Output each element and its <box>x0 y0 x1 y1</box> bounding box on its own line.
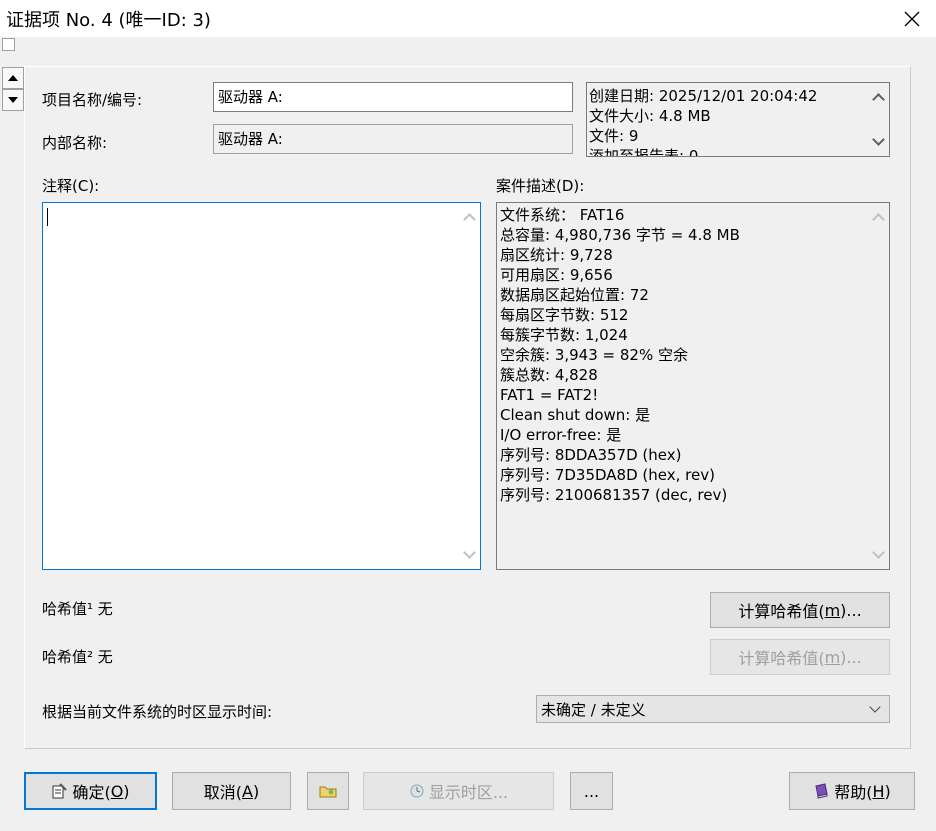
spin-down-button[interactable] <box>2 89 24 111</box>
case-description-box[interactable]: 文件系统： FAT16 总容量: 4,980,736 字节 = 4.8 MB 扇区统… <box>496 202 890 570</box>
case-description-line: 序列号: 7D35DA8D (hex, rev) <box>500 466 715 484</box>
button-label: ) <box>252 781 260 801</box>
text-caret <box>47 208 48 226</box>
button-accelerator: A <box>242 781 253 801</box>
info-box[interactable]: 创建日期: 2025/12/01 20:04:42 文件大小: 4.8 MB 文… <box>586 82 890 157</box>
chevron-down-icon[interactable] <box>871 133 885 146</box>
button-label: )... <box>840 647 862 667</box>
compute-hash1-button[interactable]: 计算哈希值(m)... <box>710 592 890 628</box>
button-label: ... <box>583 781 600 801</box>
button-label: 计算哈希值( <box>738 649 825 668</box>
show-timezone-button[interactable]: 显示时区... <box>363 772 554 810</box>
info-scrollbar[interactable] <box>867 83 889 156</box>
help-button[interactable]: 帮助(H) <box>789 772 915 810</box>
timezone-select[interactable]: 未确定 / 未定义 <box>536 695 890 723</box>
case-description-line: 空余簇: 3,943 = 82% 空余 <box>500 346 688 364</box>
hash1-label: 哈希值¹ 无 <box>42 600 113 618</box>
button-accelerator: H <box>872 781 885 801</box>
button-accelerator: m <box>824 600 841 620</box>
case-description-line: FAT1 = FAT2! <box>500 386 599 404</box>
clock-icon <box>410 784 424 798</box>
info-line: 文件: 9 <box>589 127 639 145</box>
compute-hash2-button[interactable]: 计算哈希值(m)... <box>710 639 890 675</box>
item-name-label: 项目名称/编号: <box>42 91 143 109</box>
ok-button[interactable]: 确定(O) <box>24 772 157 810</box>
info-line: 创建日期: 2025/12/01 20:04:42 <box>589 87 818 105</box>
case-description-line: 每扇区字节数: 512 <box>500 306 629 324</box>
button-label: 显示时区... <box>428 783 509 802</box>
case-description-line: 数据扇区起始位置: 72 <box>500 286 649 304</box>
triangle-down-icon <box>8 97 18 103</box>
chevron-down-icon[interactable] <box>462 546 476 559</box>
info-line: 添加至报告表: 0 <box>589 147 699 157</box>
internal-name-label: 内部名称: <box>42 134 108 152</box>
case-description-line: Clean shut down: 是 <box>500 406 651 424</box>
hash2-label: 哈希值² 无 <box>42 648 113 666</box>
close-button[interactable] <box>888 0 936 37</box>
chevron-down-icon <box>869 701 881 713</box>
case-description-lines: 文件系统： FAT16 总容量: 4,980,736 字节 = 4.8 MB 扇区统… <box>500 205 860 505</box>
button-label: ) <box>123 781 130 801</box>
info-line: 文件大小: 4.8 MB <box>589 107 711 125</box>
folder-icon <box>319 786 337 798</box>
button-label: ) <box>884 781 891 801</box>
button-label: 取消( <box>203 783 243 802</box>
comment-scrollbar[interactable] <box>458 203 480 569</box>
button-label: )... <box>840 600 862 620</box>
close-icon <box>904 11 920 26</box>
window-title: 证据项 No. 4 (唯一ID: 3) <box>6 10 211 31</box>
case-description-line: 文件系统： FAT16 <box>500 206 625 224</box>
case-description-line: 可用扇区: 9,656 <box>500 266 613 284</box>
case-description-label: 案件描述(D): <box>496 177 585 195</box>
folder-button[interactable] <box>307 772 349 810</box>
button-label: 计算哈希值( <box>738 602 825 621</box>
more-button[interactable]: ... <box>570 772 613 810</box>
chevron-up-icon[interactable] <box>462 213 476 226</box>
edit-document-icon <box>52 783 68 799</box>
case-description-line: 扇区统计: 9,728 <box>500 246 613 264</box>
info-lines: 创建日期: 2025/12/01 20:04:42 文件大小: 4.8 MB 文… <box>589 86 859 157</box>
comment-label: 注释(C): <box>42 177 100 195</box>
case-description-scrollbar[interactable] <box>867 203 889 569</box>
chevron-down-icon[interactable] <box>871 546 885 559</box>
case-description-line: 序列号: 8DDA357D (hex) <box>500 446 682 464</box>
case-description-line: 序列号: 2100681357 (dec, rev) <box>500 486 728 504</box>
case-description-line: 总容量: 4,980,736 字节 = 4.8 MB <box>500 226 740 244</box>
timezone-label: 根据当前文件系统的时区显示时间: <box>42 703 273 721</box>
button-label: 确定( <box>72 783 111 802</box>
internal-name-field: 驱动器 A: <box>213 124 573 154</box>
chevron-up-icon[interactable] <box>871 93 885 106</box>
chevron-up-icon[interactable] <box>871 213 885 226</box>
tab-indicator[interactable] <box>2 38 15 51</box>
comment-textarea[interactable] <box>42 202 481 570</box>
case-description-line: 簇总数: 4,828 <box>500 366 598 384</box>
item-name-input[interactable]: 驱动器 A: <box>213 82 573 112</box>
button-label: 帮助( <box>834 783 873 802</box>
timezone-selected-value: 未确定 / 未定义 <box>541 701 646 719</box>
help-book-icon <box>815 783 828 799</box>
case-description-line: 每簇字节数: 1,024 <box>500 326 628 344</box>
spin-up-button[interactable] <box>2 67 24 89</box>
case-description-line: I/O error-free: 是 <box>500 426 622 444</box>
button-accelerator: m <box>824 647 841 667</box>
triangle-up-icon <box>8 75 18 81</box>
cancel-button[interactable]: 取消(A) <box>172 772 291 810</box>
button-accelerator: O <box>110 781 124 801</box>
